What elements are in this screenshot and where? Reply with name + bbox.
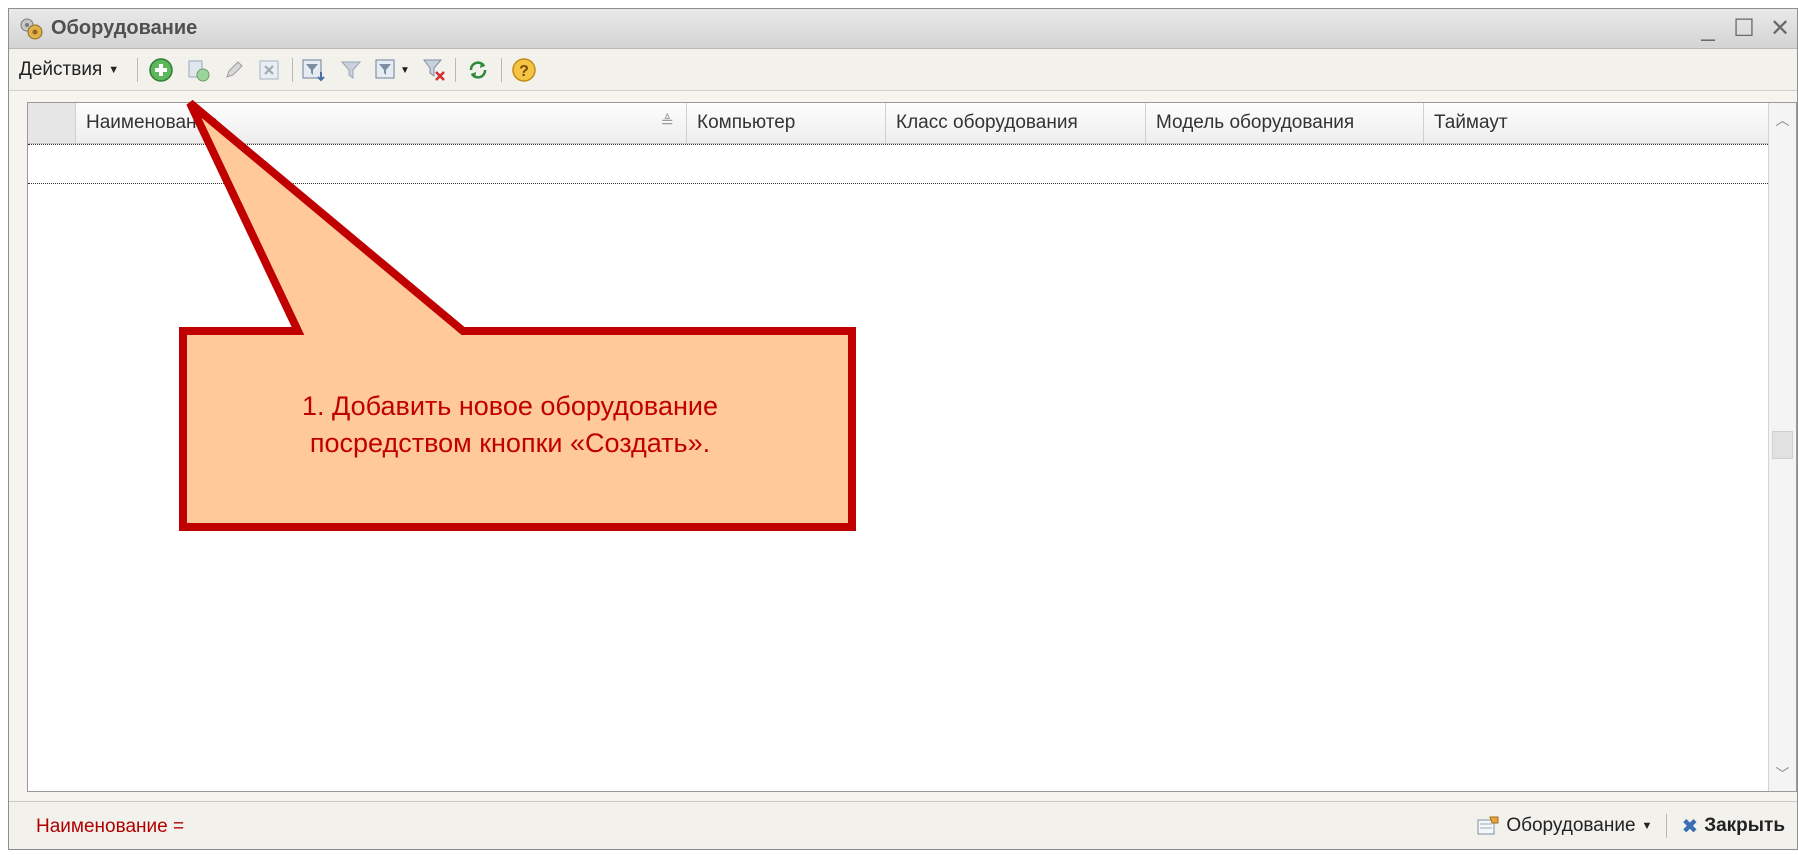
scroll-thumb[interactable] <box>1772 431 1793 459</box>
callout-line-1: 1. Добавить новое оборудование <box>302 391 718 421</box>
close-icon: ✖ <box>1681 815 1699 838</box>
close-window-button[interactable]: ✕ <box>1767 15 1793 43</box>
window-controls: _ ☐ ✕ <box>1695 15 1793 43</box>
filter-history-button[interactable]: ▼ <box>371 54 413 86</box>
column-header-equipment-class[interactable]: Класс оборудования <box>886 103 1146 143</box>
column-header-label: Наименование <box>86 112 218 133</box>
equipment-gear-icon <box>20 18 43 40</box>
actions-label: Действия <box>19 59 103 80</box>
table-header: Наименование ≜ Компьютер Класс оборудова… <box>28 103 1768 144</box>
column-header-computer[interactable]: Компьютер <box>687 103 886 143</box>
callout-line-2: посредством кнопки «Создать». <box>309 428 711 458</box>
minimize-button[interactable]: _ <box>1695 15 1721 43</box>
status-divider <box>1666 814 1668 838</box>
help-icon: ? <box>512 58 536 82</box>
equipment-menu-button[interactable]: Оборудование ▼ <box>1470 810 1658 842</box>
chevron-down-icon: ▼ <box>1641 820 1653 832</box>
toolbar-divider <box>501 58 502 82</box>
column-header-equipment-model[interactable]: Модель оборудования <box>1146 103 1424 143</box>
help-button[interactable]: ? <box>509 54 539 86</box>
status-bar: Наименование = Оборудование ▼ ✖ Закрыть <box>9 801 1797 849</box>
close-button[interactable]: ✖ Закрыть <box>1675 810 1791 842</box>
column-header-timeout[interactable]: Таймаут <box>1424 103 1768 143</box>
row-marker-header <box>28 103 76 143</box>
edit-icon <box>226 61 243 78</box>
status-actions: Оборудование ▼ ✖ Закрыть <box>1470 810 1791 842</box>
svg-text:?: ? <box>519 63 529 80</box>
filter-button[interactable] <box>299 54 329 86</box>
actions-menu-button[interactable]: Действия ▼ <box>15 54 123 86</box>
callout-text: 1. Добавить новое оборудование посредств… <box>190 388 830 462</box>
chevron-down-icon: ▼ <box>108 64 120 76</box>
chevron-down-icon: ▼ <box>400 64 410 76</box>
close-label: Закрыть <box>1704 815 1785 836</box>
clear-filter-button[interactable] <box>419 54 449 86</box>
scroll-down-icon[interactable]: ﹀ <box>1769 759 1796 789</box>
column-header-name[interactable]: Наименование ≜ <box>76 103 687 143</box>
catalog-icon <box>1477 816 1499 835</box>
title-bar: Оборудование _ ☐ ✕ <box>9 9 1797 49</box>
add-icon <box>149 58 173 82</box>
refresh-button[interactable] <box>463 54 493 86</box>
delete-icon <box>259 60 279 80</box>
toolbar: Действия ▼ ▼ ? <box>9 49 1797 91</box>
maximize-button[interactable]: ☐ <box>1731 15 1757 43</box>
toolbar-divider <box>455 58 456 82</box>
table-row[interactable] <box>28 144 1768 184</box>
disable-filter-button[interactable] <box>336 54 366 86</box>
equipment-menu-label: Оборудование <box>1506 815 1636 836</box>
scroll-up-icon[interactable]: ︿ <box>1769 105 1796 135</box>
delete-button[interactable] <box>254 54 284 86</box>
copy-button[interactable] <box>183 54 213 86</box>
vertical-scrollbar[interactable]: ︿ ﹀ <box>1768 103 1796 791</box>
copy-icon <box>188 60 210 82</box>
toolbar-divider <box>292 58 293 82</box>
toolbar-divider <box>137 58 138 82</box>
filter-status-text: Наименование = <box>36 816 185 837</box>
create-button[interactable] <box>146 54 176 86</box>
edit-button[interactable] <box>219 54 249 86</box>
filter-history-icon <box>375 59 395 79</box>
sort-ascending-icon: ≜ <box>660 114 674 131</box>
refresh-icon <box>469 61 487 79</box>
filter-icon <box>302 59 325 82</box>
filter-clear-icon <box>423 59 445 81</box>
filter-disable-icon <box>340 61 362 79</box>
window-title: Оборудование <box>51 17 198 39</box>
